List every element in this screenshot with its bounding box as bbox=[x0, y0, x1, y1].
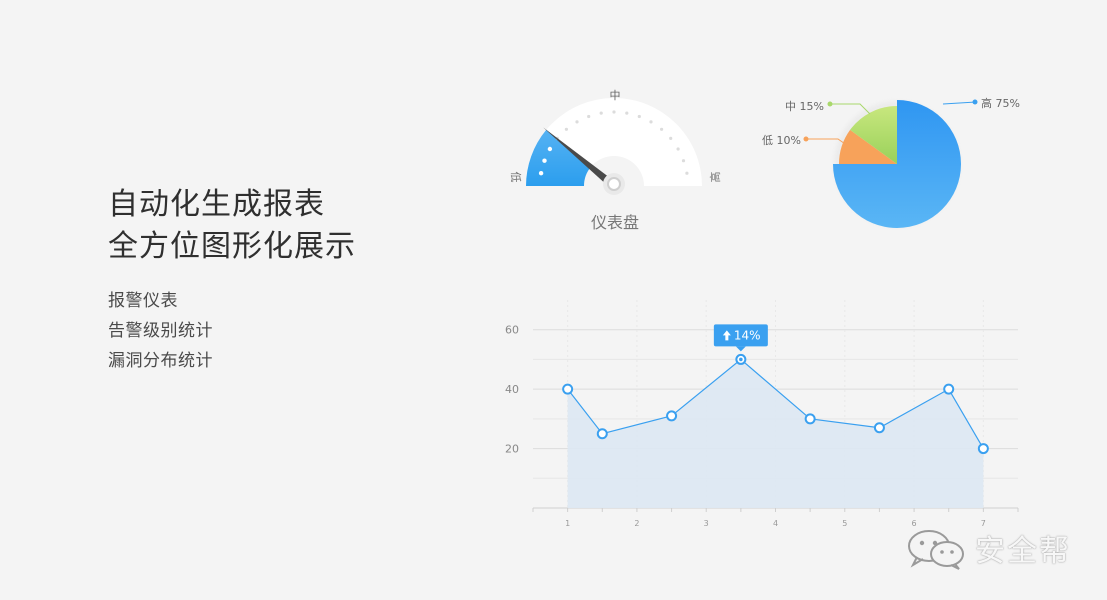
x-tick-label: 4 bbox=[773, 519, 778, 528]
gauge-hub bbox=[607, 177, 621, 191]
pie-chart: 高 75% 中 15% 低 10% bbox=[762, 96, 1020, 228]
watermark-text: 安全帮 bbox=[975, 534, 1071, 569]
data-point-center bbox=[739, 357, 743, 362]
gauge-dot bbox=[660, 127, 664, 131]
data-point bbox=[977, 443, 989, 455]
charts-canvas: 中 低 高 仪表盘 高 75% 中 15% 低 10% 20 40 60 1 2 3 4 5 bbox=[505, 89, 1020, 528]
gauge-dot bbox=[587, 114, 591, 119]
gauge-label-low: 低 bbox=[509, 172, 522, 183]
gauge-dot bbox=[637, 114, 641, 119]
gauge-dot bbox=[538, 171, 544, 176]
gauge-label-mid: 中 bbox=[610, 89, 621, 102]
gauge: 中 低 高 仪表盘 bbox=[509, 89, 722, 232]
data-point bbox=[943, 383, 955, 395]
y-tick-label: 40 bbox=[505, 383, 519, 396]
gauge-dot bbox=[599, 111, 603, 115]
gauge-dot bbox=[547, 146, 553, 152]
gauge-dot bbox=[542, 158, 547, 163]
gauge-dot bbox=[669, 136, 673, 140]
pie-label-low: 低 10% bbox=[762, 134, 801, 147]
watermark: 安全帮 bbox=[905, 526, 1071, 570]
gauge-title: 仪表盘 bbox=[591, 213, 639, 232]
gauge-dot bbox=[625, 111, 629, 115]
gauge-dot bbox=[564, 127, 569, 131]
gauge-dot bbox=[649, 120, 653, 124]
data-point bbox=[596, 428, 608, 440]
wechat-icon bbox=[908, 530, 964, 570]
y-tick-label: 60 bbox=[505, 324, 519, 337]
pie-leader-dot-mid bbox=[827, 101, 833, 107]
area-chart: 204060 1234567 14% bbox=[505, 300, 1019, 528]
data-point bbox=[562, 383, 574, 395]
tooltip-pointer bbox=[735, 346, 746, 352]
gauge-dot bbox=[612, 110, 616, 114]
x-tick-label: 3 bbox=[704, 519, 709, 528]
pie-label-high: 高 75% bbox=[981, 96, 1020, 110]
gauge-label-high: 高 bbox=[708, 172, 722, 183]
pie-leader-dot-low bbox=[803, 136, 809, 142]
data-point bbox=[873, 422, 885, 434]
data-point bbox=[666, 410, 678, 422]
y-axis-ticks: 20 40 60 bbox=[505, 324, 519, 456]
x-tick-label: 5 bbox=[842, 519, 847, 528]
pie-leader-high bbox=[942, 101, 977, 105]
y-tick-label: 20 bbox=[505, 443, 519, 456]
slide: 自动化生成报表 全方位图形化展示 报警仪表 告警级别统计 漏洞分布统计 中 低 … bbox=[0, 0, 1107, 600]
x-axis: 1234567 bbox=[532, 507, 1019, 528]
x-tick-label: 1 bbox=[565, 519, 570, 528]
gauge-dot bbox=[676, 147, 680, 151]
gauge-dot bbox=[575, 120, 579, 124]
gauge-dot bbox=[685, 171, 689, 175]
gauge-dot bbox=[681, 159, 686, 163]
tooltip: 14% bbox=[713, 324, 768, 352]
pie-label-mid: 中 15% bbox=[785, 100, 824, 113]
pie-leader-dot-high bbox=[972, 99, 978, 105]
data-point bbox=[804, 413, 816, 425]
x-tick-label: 2 bbox=[634, 519, 639, 528]
tooltip-label: 14% bbox=[734, 328, 761, 342]
